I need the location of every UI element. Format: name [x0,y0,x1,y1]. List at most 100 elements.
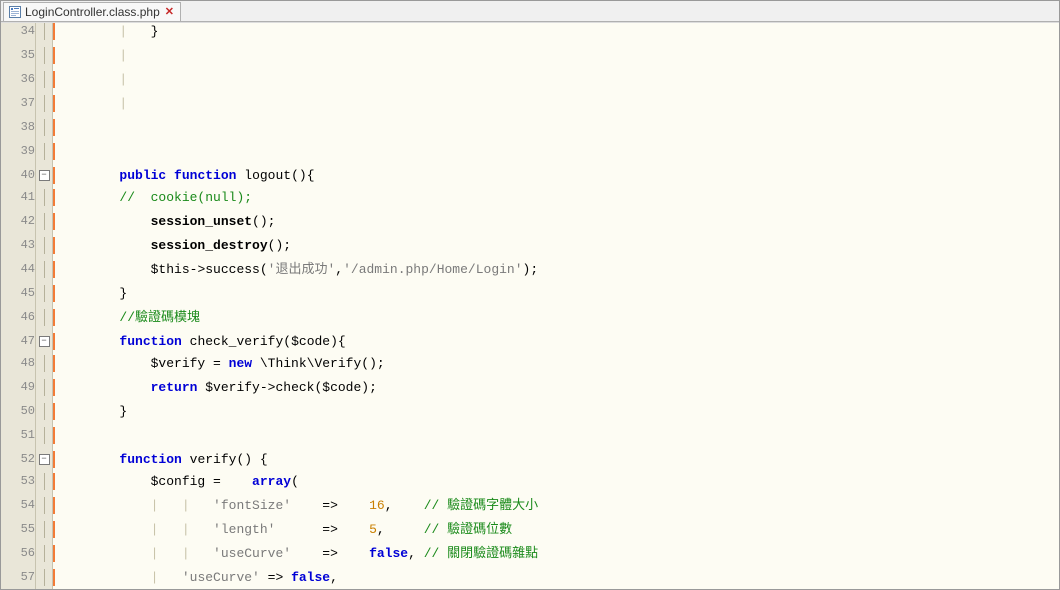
code-text[interactable]: | | 'fontSize' => 16, // 驗證碼字體大小 [57,497,1059,521]
fold-line [44,213,45,230]
code-line[interactable]: 47− function check_verify($code){ [1,333,1059,355]
fold-line [44,237,45,254]
line-number: 53 [1,473,36,497]
code-line[interactable]: 43 session_destroy(); [1,237,1059,261]
code-line[interactable]: 51 [1,427,1059,451]
fold-gutter[interactable] [36,189,53,213]
line-number: 43 [1,237,36,261]
code-text[interactable]: function check_verify($code){ [57,333,1059,355]
code-line[interactable]: 36 | [1,71,1059,95]
fold-gutter[interactable] [36,569,53,589]
fold-line [44,71,45,88]
fold-gutter[interactable] [36,285,53,309]
fold-gutter[interactable] [36,213,53,237]
code-text[interactable]: | } [57,23,1059,47]
fold-gutter[interactable] [36,403,53,427]
code-line[interactable]: 39 [1,143,1059,167]
code-lines: 34 | }35 |36 |37 |383940− public functio… [1,23,1059,589]
line-number: 50 [1,403,36,427]
close-icon[interactable]: ✕ [163,4,176,21]
fold-line [44,285,45,302]
code-line[interactable]: 56 | | 'useCurve' => false, // 關閉驗證碼雜點 [1,545,1059,569]
code-text[interactable]: | [57,71,1059,95]
fold-gutter[interactable] [36,47,53,71]
code-line[interactable]: 45 } [1,285,1059,309]
code-line[interactable]: 49 return $verify->check($code); [1,379,1059,403]
fold-gutter[interactable] [36,23,53,47]
fold-gutter[interactable]: − [36,333,53,355]
line-number: 40 [1,167,36,189]
code-line[interactable]: 44 $this->success('退出成功','/admin.php/Hom… [1,261,1059,285]
fold-line [44,569,45,586]
fold-gutter[interactable] [36,119,53,143]
code-line[interactable]: 34 | } [1,23,1059,47]
fold-gutter[interactable] [36,261,53,285]
fold-line [44,309,45,326]
code-text[interactable]: | [57,47,1059,71]
fold-gutter[interactable] [36,309,53,333]
line-number: 51 [1,427,36,451]
fold-line [44,355,45,372]
line-number: 35 [1,47,36,71]
file-tab[interactable]: LoginController.class.php ✕ [3,2,181,21]
code-text[interactable]: function verify() { [57,451,1059,473]
code-line[interactable]: 52− function verify() { [1,451,1059,473]
code-text[interactable]: //驗證碼模塊 [57,309,1059,333]
code-line[interactable]: 37 | [1,95,1059,119]
fold-gutter[interactable] [36,521,53,545]
fold-gutter[interactable] [36,95,53,119]
code-text[interactable]: | | 'useCurve' => false, // 關閉驗證碼雜點 [57,545,1059,569]
fold-toggle-icon[interactable]: − [39,454,50,465]
code-text[interactable]: $config = array( [57,473,1059,497]
fold-gutter[interactable] [36,427,53,451]
fold-toggle-icon[interactable]: − [39,170,50,181]
line-number: 39 [1,143,36,167]
code-line[interactable]: 40− public function logout(){ [1,167,1059,189]
code-text[interactable]: session_destroy(); [57,237,1059,261]
fold-gutter[interactable] [36,237,53,261]
tab-bar: LoginController.class.php ✕ [1,1,1059,22]
code-line[interactable]: 50 } [1,403,1059,427]
code-text[interactable]: public function logout(){ [57,167,1059,189]
line-number: 49 [1,379,36,403]
file-icon [8,5,22,19]
fold-gutter[interactable] [36,355,53,379]
code-line[interactable]: 46 //驗證碼模塊 [1,309,1059,333]
line-number: 41 [1,189,36,213]
fold-gutter[interactable] [36,379,53,403]
code-line[interactable]: 35 | [1,47,1059,71]
fold-gutter[interactable]: − [36,167,53,189]
code-text[interactable]: | 'useCurve' => false, [57,569,1059,589]
code-text[interactable]: $this->success('退出成功','/admin.php/Home/L… [57,261,1059,285]
code-text[interactable] [57,143,1059,167]
code-text[interactable]: | | 'length' => 5, // 驗證碼位數 [57,521,1059,545]
fold-gutter[interactable] [36,545,53,569]
code-text[interactable]: return $verify->check($code); [57,379,1059,403]
code-line[interactable]: 42 session_unset(); [1,213,1059,237]
code-line[interactable]: 38 [1,119,1059,143]
code-text[interactable]: session_unset(); [57,213,1059,237]
code-text[interactable]: | [57,95,1059,119]
fold-line [44,95,45,112]
code-line[interactable]: 54 | | 'fontSize' => 16, // 驗證碼字體大小 [1,497,1059,521]
fold-gutter[interactable] [36,143,53,167]
code-text[interactable]: $verify = new \Think\Verify(); [57,355,1059,379]
fold-gutter[interactable] [36,497,53,521]
fold-toggle-icon[interactable]: − [39,336,50,347]
code-line[interactable]: 53 $config = array( [1,473,1059,497]
code-text[interactable]: } [57,403,1059,427]
code-editor[interactable]: 34 | }35 |36 |37 |383940− public functio… [1,22,1059,589]
fold-gutter[interactable] [36,71,53,95]
code-text[interactable] [57,119,1059,143]
code-line[interactable]: 57 | 'useCurve' => false, [1,569,1059,589]
line-number: 44 [1,261,36,285]
code-text[interactable]: } [57,285,1059,309]
code-line[interactable]: 41 // cookie(null); [1,189,1059,213]
fold-gutter[interactable]: − [36,451,53,473]
code-text[interactable]: // cookie(null); [57,189,1059,213]
code-line[interactable]: 48 $verify = new \Think\Verify(); [1,355,1059,379]
fold-gutter[interactable] [36,473,53,497]
fold-line [44,545,45,562]
code-line[interactable]: 55 | | 'length' => 5, // 驗證碼位數 [1,521,1059,545]
code-text[interactable] [57,427,1059,451]
